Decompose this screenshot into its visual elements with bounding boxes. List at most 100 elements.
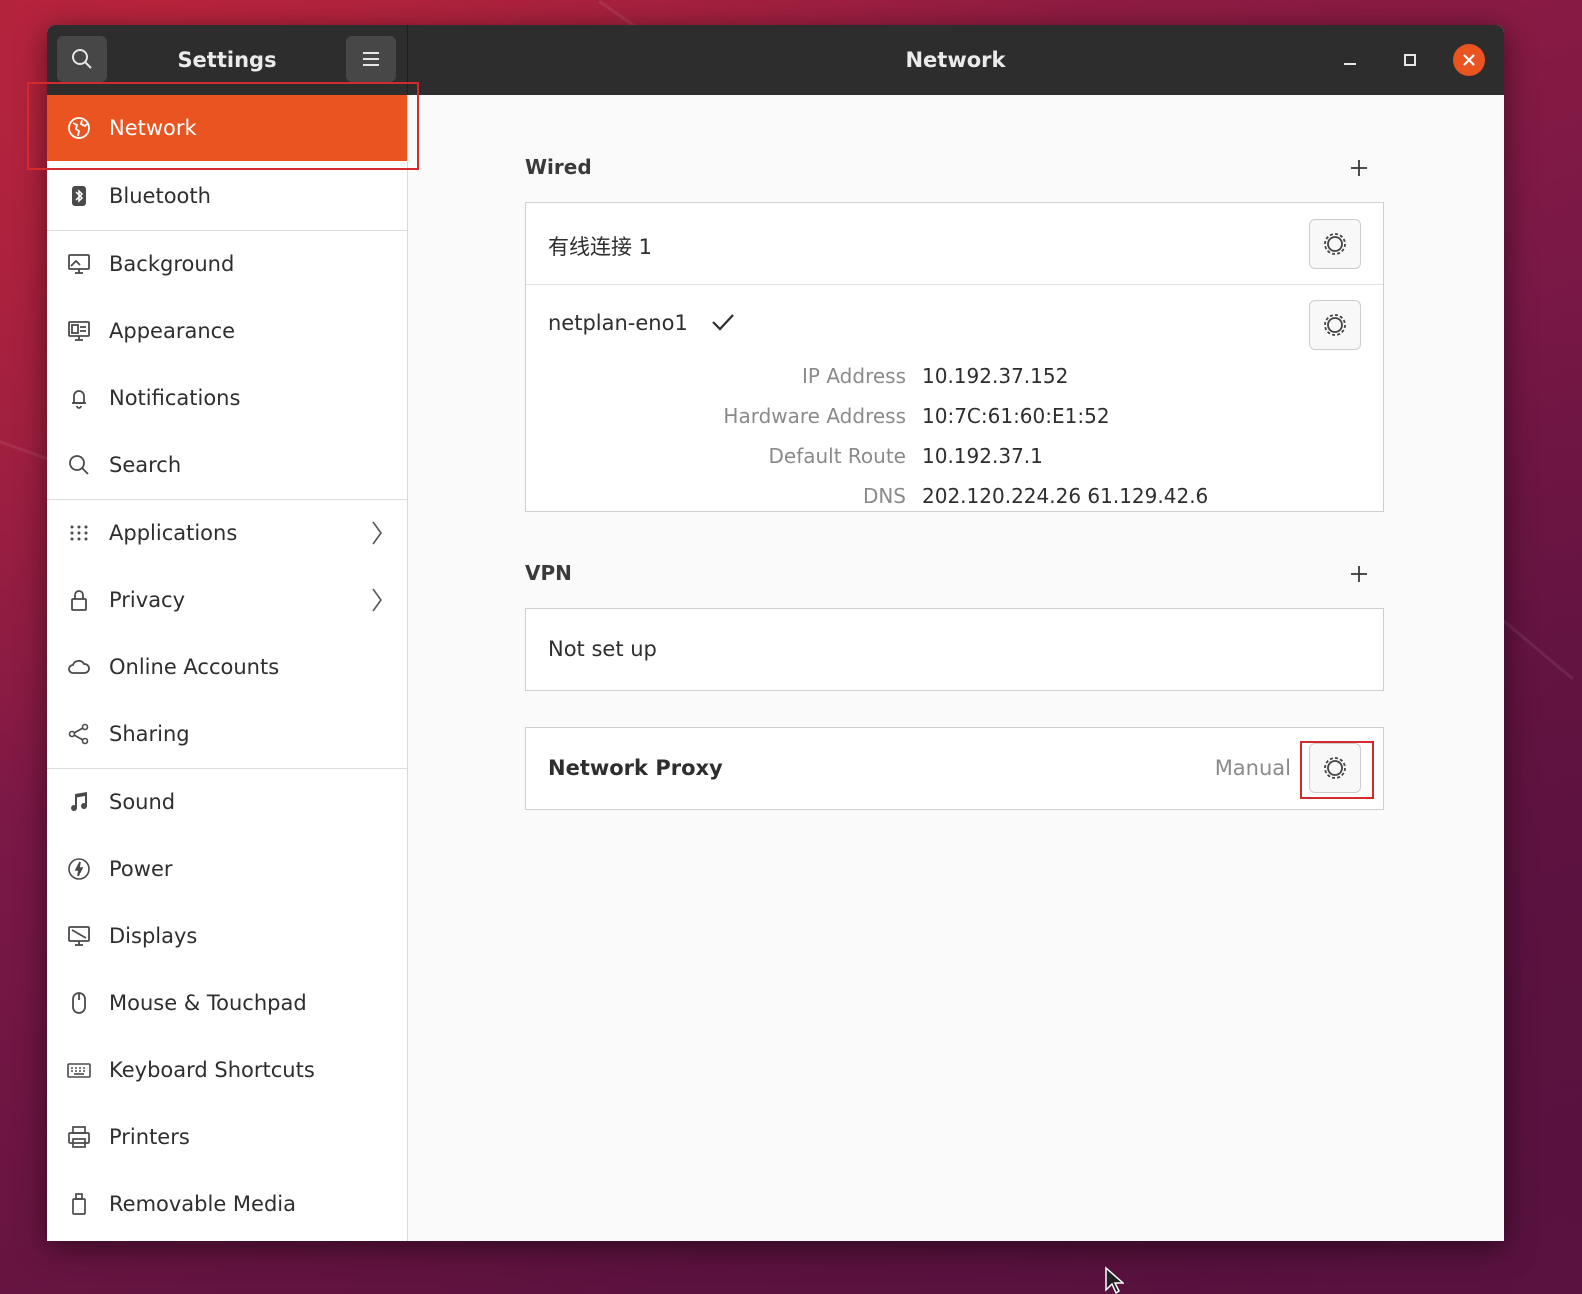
sidebar-item-notifications[interactable]: Notifications: [47, 365, 407, 431]
display-icon: [67, 924, 91, 948]
maximize-button[interactable]: [1394, 44, 1426, 76]
mouse-cursor-icon: [1105, 1266, 1124, 1294]
wired-connection-2-label: netplan-eno1: [548, 311, 688, 335]
maximize-icon: [1404, 54, 1416, 66]
power-icon: [67, 857, 91, 881]
wired-card: 有线连接 1 netplan-eno1 IP Address 10.192.37…: [525, 202, 1384, 512]
sidebar-item-label: Printers: [109, 1125, 190, 1149]
vpn-card: Not set up: [525, 608, 1384, 691]
sidebar-item-online-accounts[interactable]: Online Accounts: [47, 634, 407, 700]
sidebar-item-label: Bluetooth: [109, 184, 211, 208]
sidebar-item-applications[interactable]: Applications: [47, 500, 407, 566]
menu-button[interactable]: [346, 36, 396, 82]
sidebar-item-power[interactable]: Power: [47, 836, 407, 902]
wired-connection-2[interactable]: netplan-eno1: [548, 311, 735, 335]
printer-icon: [67, 1125, 91, 1149]
settings-window: Settings Network Network Bluetooth Backg…: [47, 25, 1504, 1241]
sidebar-item-label: Keyboard Shortcuts: [109, 1058, 315, 1082]
checkmark-icon: [711, 314, 734, 331]
sidebar-item-label: Search: [109, 453, 182, 477]
sidebar-item-bluetooth[interactable]: Bluetooth: [47, 163, 407, 229]
sidebar-item-label: Appearance: [109, 319, 236, 343]
search-button[interactable]: [57, 36, 107, 82]
sidebar-item-label: Online Accounts: [109, 655, 280, 679]
add-wired-button[interactable]: [1345, 154, 1373, 182]
row-divider: [526, 284, 1383, 285]
sidebar-item-label: Displays: [109, 924, 198, 948]
wallpaper-line: [1503, 620, 1574, 681]
keyboard-icon: [67, 1058, 91, 1082]
proxy-status: Manual: [1214, 756, 1291, 780]
sidebar-item-label: Removable Media: [109, 1192, 297, 1216]
sidebar-item-label: Background: [109, 252, 235, 276]
dns-label: DNS: [862, 484, 906, 508]
lock-icon: [67, 588, 91, 612]
wired-connection-1-settings-button[interactable]: [1309, 219, 1361, 269]
chevron-right-icon: [372, 588, 382, 612]
background-icon: [67, 252, 91, 276]
proxy-title: Network Proxy: [548, 756, 723, 780]
network-icon: [67, 116, 91, 140]
titlebar: Settings Network: [47, 25, 1504, 95]
hardware-address-label: Hardware Address: [723, 404, 906, 428]
close-button[interactable]: [1453, 44, 1485, 76]
gear-icon: [1324, 314, 1346, 336]
dns-value: 202.120.224.26 61.129.42.6: [922, 484, 1209, 508]
ip-address-label: IP Address: [802, 364, 906, 388]
sidebar-item-label: Power: [109, 857, 173, 881]
sidebar-item-label: Notifications: [109, 386, 241, 410]
gear-icon: [1324, 233, 1346, 255]
minimize-icon: [1344, 63, 1356, 65]
proxy-settings-button[interactable]: [1309, 743, 1361, 793]
sidebar-item-removable-media[interactable]: Removable Media: [47, 1171, 407, 1237]
wired-connection-1[interactable]: 有线连接 1: [548, 231, 652, 261]
search-icon: [67, 453, 91, 477]
search-icon: [72, 49, 92, 69]
proxy-card: Network Proxy Manual: [525, 727, 1384, 810]
default-route-value: 10.192.37.1: [922, 444, 1043, 468]
sidebar-item-label: Privacy: [109, 588, 186, 612]
sidebar-item-background[interactable]: Background: [47, 231, 407, 297]
ip-address-value: 10.192.37.152: [922, 364, 1069, 388]
chevron-right-icon: [372, 521, 382, 545]
usb-drive-icon: [67, 1192, 91, 1216]
sidebar-item-keyboard-shortcuts[interactable]: Keyboard Shortcuts: [47, 1037, 407, 1103]
sidebar-item-appearance[interactable]: Appearance: [47, 298, 407, 364]
sidebar-header: Settings: [47, 25, 408, 95]
mouse-icon: [67, 991, 91, 1015]
sidebar-item-sharing[interactable]: Sharing: [47, 701, 407, 767]
close-icon: [1463, 54, 1475, 66]
sidebar-item-label: Mouse & Touchpad: [109, 991, 307, 1015]
vpn-section-title: VPN: [525, 561, 572, 585]
wired-connection-2-settings-button[interactable]: [1309, 300, 1361, 350]
sidebar: Network Bluetooth Background Appearance: [47, 95, 408, 1241]
share-icon: [67, 722, 91, 746]
sidebar-item-printers[interactable]: Printers: [47, 1104, 407, 1170]
add-vpn-button[interactable]: [1345, 560, 1373, 588]
hardware-address-value: 10:7C:61:60:E1:52: [922, 404, 1110, 428]
grid-icon: [67, 521, 91, 545]
music-note-icon: [67, 790, 91, 814]
sidebar-item-network[interactable]: Network: [47, 95, 407, 161]
app-title: Settings: [177, 48, 277, 72]
bluetooth-icon: [67, 184, 91, 208]
sidebar-item-sound[interactable]: Sound: [47, 769, 407, 835]
cloud-icon: [67, 655, 91, 679]
sidebar-item-displays[interactable]: Displays: [47, 903, 407, 969]
appearance-icon: [67, 319, 91, 343]
sidebar-item-label: Applications: [109, 521, 238, 545]
default-route-label: Default Route: [768, 444, 907, 468]
plus-icon: [1351, 566, 1367, 582]
sidebar-item-mouse-touchpad[interactable]: Mouse & Touchpad: [47, 970, 407, 1036]
gear-icon: [1324, 757, 1346, 779]
plus-icon: [1351, 160, 1367, 176]
minimize-button[interactable]: [1334, 44, 1366, 76]
bell-icon: [67, 386, 91, 410]
sidebar-item-label: Sound: [109, 790, 176, 814]
sidebar-item-search[interactable]: Search: [47, 432, 407, 498]
sidebar-item-privacy[interactable]: Privacy: [47, 567, 407, 633]
main-content: Wired 有线连接 1 netplan-eno1 IP Address 10.…: [408, 95, 1504, 1241]
vpn-status: Not set up: [548, 637, 657, 661]
hamburger-menu-icon: [363, 52, 379, 66]
sidebar-item-label: Sharing: [109, 722, 190, 746]
